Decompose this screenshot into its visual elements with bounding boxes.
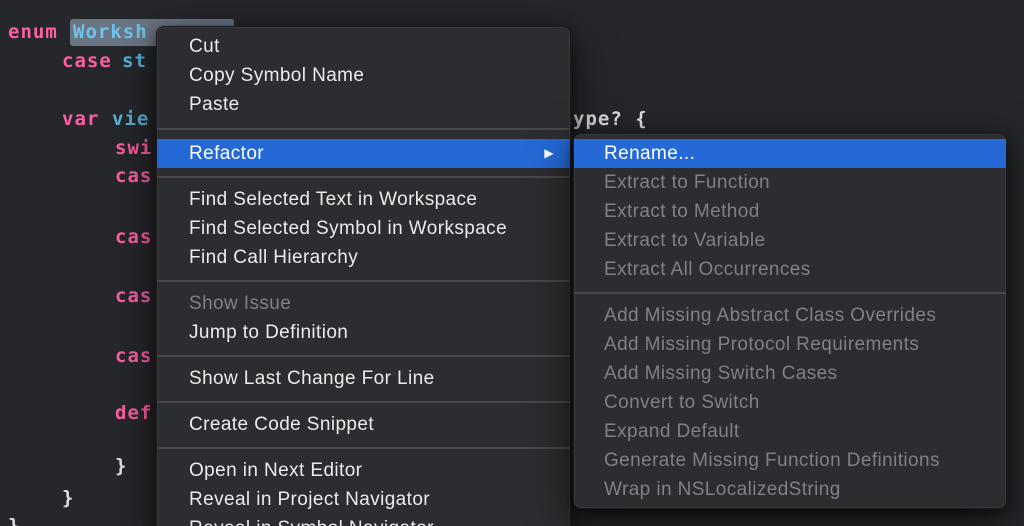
code-fragment: ype? { bbox=[573, 108, 648, 130]
submenu-item-expand-default: Expand Default bbox=[574, 417, 1006, 446]
menu-separator bbox=[574, 284, 1006, 301]
code-fragment: enum bbox=[8, 21, 58, 43]
code-fragment: } bbox=[8, 515, 21, 526]
menu-item-copy-symbol-name[interactable]: Copy Symbol Name bbox=[157, 61, 570, 90]
menu-item-label: Rename... bbox=[604, 143, 696, 164]
menu-item-label: Cut bbox=[189, 36, 220, 57]
submenu-arrow-icon: ▶ bbox=[544, 146, 554, 160]
submenu-item-add-missing-abstract-class-overrides: Add Missing Abstract Class Overrides bbox=[574, 301, 1006, 330]
menu-item-label: Extract All Occurrences bbox=[604, 259, 811, 280]
code-fragment: cas bbox=[115, 345, 153, 367]
menu-item-label: Find Call Hierarchy bbox=[189, 247, 359, 268]
code-fragment: st bbox=[122, 50, 147, 72]
menu-separator bbox=[157, 439, 570, 456]
xcode-context-menu-screen: enum Worksh case st var vie ype? { swi c… bbox=[0, 0, 1024, 526]
menu-item-label: Convert to Switch bbox=[604, 392, 760, 413]
code-fragment: vie bbox=[112, 108, 150, 130]
code-fragment: cas bbox=[115, 165, 153, 187]
menu-item-label: Add Missing Abstract Class Overrides bbox=[604, 305, 937, 326]
code-fragment: cas bbox=[115, 285, 153, 307]
menu-item-show-issue: Show Issue bbox=[157, 289, 570, 318]
submenu-item-extract-to-function: Extract to Function bbox=[574, 168, 1006, 197]
code-fragment: case bbox=[62, 50, 112, 72]
menu-item-create-code-snippet[interactable]: Create Code Snippet bbox=[157, 410, 570, 439]
menu-item-label: Jump to Definition bbox=[189, 322, 349, 343]
menu-separator bbox=[157, 393, 570, 410]
menu-item-label: Show Last Change For Line bbox=[189, 368, 435, 389]
menu-item-label: Open in Next Editor bbox=[189, 460, 363, 481]
submenu-item-extract-all-occurrences: Extract All Occurrences bbox=[574, 255, 1006, 284]
submenu-item-add-missing-switch-cases: Add Missing Switch Cases bbox=[574, 359, 1006, 388]
menu-separator bbox=[157, 272, 570, 289]
menu-separator bbox=[157, 168, 570, 185]
menu-item-reveal-in-project-navigator[interactable]: Reveal in Project Navigator bbox=[157, 485, 570, 514]
code-fragment: var bbox=[62, 108, 100, 130]
submenu-item-extract-to-method: Extract to Method bbox=[574, 197, 1006, 226]
menu-item-label: Add Missing Protocol Requirements bbox=[604, 334, 920, 355]
menu-item-label: Generate Missing Function Definitions bbox=[604, 450, 940, 471]
menu-item-show-last-change[interactable]: Show Last Change For Line bbox=[157, 364, 570, 393]
code-fragment: cas bbox=[115, 226, 153, 248]
code-fragment: swi bbox=[115, 137, 153, 159]
submenu-item-generate-missing-function-definitions: Generate Missing Function Definitions bbox=[574, 446, 1006, 475]
menu-item-label: Extract to Method bbox=[604, 201, 760, 222]
menu-item-label: Find Selected Text in Workspace bbox=[189, 189, 478, 210]
code-fragment: } bbox=[115, 455, 128, 477]
refactor-submenu: Rename... Extract to Function Extract to… bbox=[573, 133, 1007, 509]
menu-item-label: Find Selected Symbol in Workspace bbox=[189, 218, 508, 239]
menu-item-open-in-next-editor[interactable]: Open in Next Editor bbox=[157, 456, 570, 485]
menu-item-refactor[interactable]: Refactor ▶ bbox=[157, 139, 570, 168]
context-menu: Cut Copy Symbol Name Paste Refactor ▶ Fi… bbox=[156, 26, 571, 526]
menu-item-label: Reveal in Symbol Navigator bbox=[189, 518, 434, 526]
submenu-item-wrap-in-nslocalizedstring: Wrap in NSLocalizedString bbox=[574, 475, 1006, 504]
menu-item-label: Expand Default bbox=[604, 421, 740, 442]
menu-separator bbox=[157, 119, 570, 139]
submenu-item-add-missing-protocol-requirements: Add Missing Protocol Requirements bbox=[574, 330, 1006, 359]
menu-item-label: Add Missing Switch Cases bbox=[604, 363, 838, 384]
menu-item-paste[interactable]: Paste bbox=[157, 90, 570, 119]
submenu-item-rename[interactable]: Rename... bbox=[574, 139, 1006, 168]
menu-item-reveal-in-symbol-navigator[interactable]: Reveal in Symbol Navigator bbox=[157, 514, 570, 526]
menu-item-label: Create Code Snippet bbox=[189, 414, 375, 435]
submenu-item-convert-to-switch: Convert to Switch bbox=[574, 388, 1006, 417]
menu-item-find-call-hierarchy[interactable]: Find Call Hierarchy bbox=[157, 243, 570, 272]
menu-item-jump-to-definition[interactable]: Jump to Definition bbox=[157, 318, 570, 347]
menu-item-label: Show Issue bbox=[189, 293, 292, 314]
code-fragment: def bbox=[115, 402, 153, 424]
menu-separator bbox=[157, 347, 570, 364]
menu-item-label: Wrap in NSLocalizedString bbox=[604, 479, 841, 500]
menu-item-label: Paste bbox=[189, 94, 240, 115]
submenu-item-extract-to-variable: Extract to Variable bbox=[574, 226, 1006, 255]
menu-item-label: Extract to Variable bbox=[604, 230, 766, 251]
menu-item-label: Refactor bbox=[189, 143, 265, 164]
code-fragment: } bbox=[62, 487, 75, 509]
menu-item-label: Reveal in Project Navigator bbox=[189, 489, 431, 510]
menu-item-label: Copy Symbol Name bbox=[189, 65, 365, 86]
menu-item-label: Extract to Function bbox=[604, 172, 771, 193]
code-fragment-selected-symbol[interactable]: Worksh bbox=[73, 20, 148, 44]
menu-item-find-selected-symbol[interactable]: Find Selected Symbol in Workspace bbox=[157, 214, 570, 243]
menu-item-cut[interactable]: Cut bbox=[157, 32, 570, 61]
menu-item-find-selected-text[interactable]: Find Selected Text in Workspace bbox=[157, 185, 570, 214]
